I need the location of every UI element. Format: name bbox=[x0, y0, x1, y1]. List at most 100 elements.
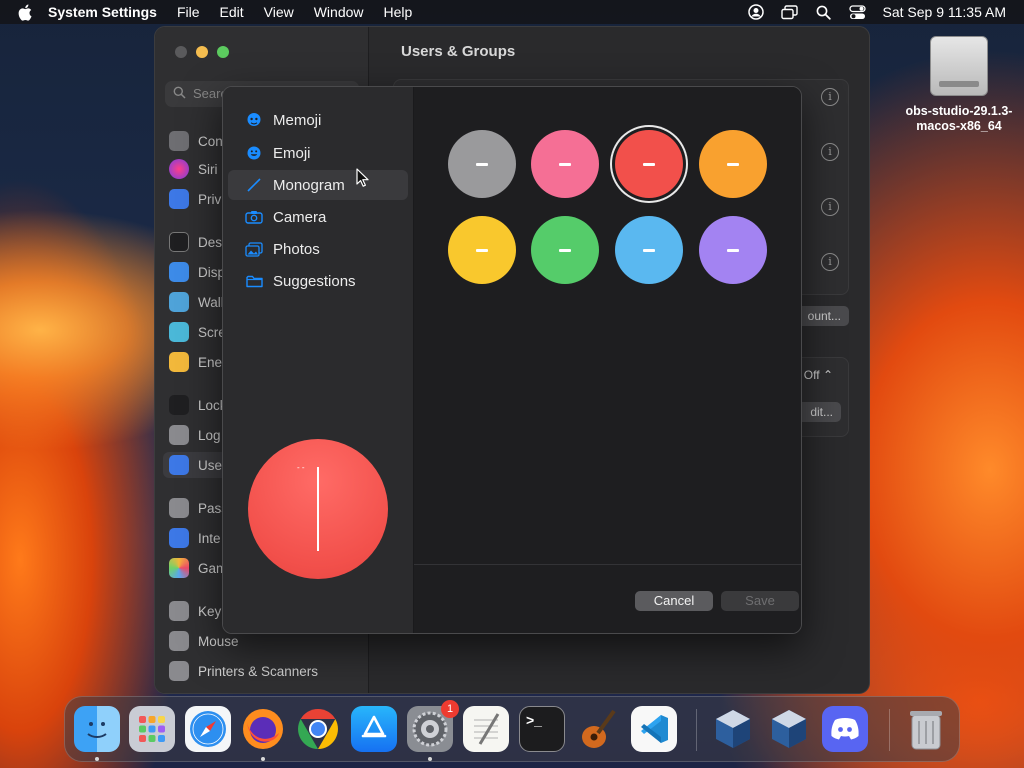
sidebar-item-keyboard[interactable]: Keyb bbox=[169, 601, 229, 621]
info-icon[interactable]: i bbox=[821, 253, 839, 271]
dock-safari[interactable] bbox=[185, 706, 231, 752]
control-center-settings-icon bbox=[169, 131, 189, 151]
apple-menu-icon[interactable] bbox=[18, 3, 36, 21]
users-groups-icon bbox=[169, 455, 189, 475]
dock-chrome[interactable] bbox=[295, 706, 341, 752]
picker-item-photos[interactable]: › Photos bbox=[228, 234, 408, 264]
menu-clock[interactable]: Sat Sep 9 11:35 AM bbox=[883, 4, 1007, 20]
sidebar-item-privacy[interactable]: Priv bbox=[169, 189, 221, 209]
dock-firefox[interactable] bbox=[240, 706, 286, 752]
picker-item-memoji[interactable]: Memoji bbox=[228, 105, 408, 135]
screen-mirroring-icon[interactable] bbox=[781, 3, 799, 21]
menu-window[interactable]: Window bbox=[314, 4, 364, 20]
sidebar-item-label: Mouse bbox=[198, 633, 239, 649]
menu-help[interactable]: Help bbox=[384, 4, 413, 20]
color-swatch-orange[interactable] bbox=[699, 130, 767, 198]
chevron-updown-icon: ⌃ bbox=[822, 368, 833, 382]
lock-icon bbox=[169, 395, 189, 415]
picture-picker-dialog: Memoji Emoji Monogram Camera › Photos bbox=[222, 86, 802, 634]
dash-placeholder bbox=[476, 248, 488, 252]
desktop-icon-label-line2: macos-x86_64 bbox=[916, 119, 1002, 133]
discord-icon bbox=[831, 718, 859, 740]
color-swatch-green[interactable] bbox=[531, 216, 599, 284]
save-button[interactable]: Save bbox=[721, 591, 799, 611]
dock-separator bbox=[889, 709, 890, 751]
dock-system-settings[interactable]: 1 bbox=[407, 700, 459, 752]
dock-launchpad[interactable] bbox=[129, 706, 175, 752]
mouse-icon bbox=[169, 631, 189, 651]
dock: 1 >_ bbox=[64, 696, 960, 762]
dock-textedit[interactable] bbox=[463, 706, 509, 752]
user-account-icon[interactable] bbox=[747, 3, 765, 21]
sidebar-item-internet-accounts[interactable]: Inte bbox=[169, 528, 221, 548]
minimize-window-button[interactable] bbox=[196, 46, 208, 58]
dash-placeholder bbox=[559, 248, 571, 252]
menu-file[interactable]: File bbox=[177, 4, 200, 20]
sidebar-item-lock-screen[interactable]: Lock bbox=[169, 395, 227, 415]
picker-item-monogram[interactable]: Monogram bbox=[228, 170, 408, 200]
dock-virtualbox[interactable] bbox=[710, 706, 756, 752]
sidebar-item-label: Siri bbox=[198, 161, 218, 177]
dock-discord[interactable] bbox=[822, 706, 868, 752]
sidebar-item-displays[interactable]: Disp bbox=[169, 262, 225, 282]
vscode-icon bbox=[641, 715, 668, 743]
sidebar-item-desktop-dock[interactable]: Des bbox=[169, 232, 222, 252]
color-swatch-red[interactable] bbox=[615, 130, 683, 198]
dock-terminal[interactable]: >_ bbox=[519, 706, 565, 752]
sidebar-item-energy[interactable]: Ene bbox=[169, 352, 222, 372]
printer-icon bbox=[169, 661, 189, 681]
sidebar-item-label: Use bbox=[198, 457, 223, 473]
picker-item-suggestions[interactable]: Suggestions bbox=[228, 266, 408, 296]
picker-item-label: Memoji bbox=[273, 111, 322, 129]
color-swatch-gray[interactable] bbox=[448, 130, 516, 198]
picker-item-emoji[interactable]: Emoji bbox=[228, 138, 408, 168]
picker-item-camera[interactable]: Camera bbox=[228, 202, 408, 232]
sidebar-item-passwords[interactable]: Pass bbox=[169, 498, 228, 518]
close-window-button[interactable] bbox=[175, 46, 187, 58]
sidebar-item-siri[interactable]: Siri bbox=[169, 159, 218, 179]
virtualbox-cube-icon bbox=[772, 710, 806, 748]
dock-app-store[interactable] bbox=[351, 706, 397, 752]
app-name[interactable]: System Settings bbox=[48, 4, 157, 20]
info-icon[interactable]: i bbox=[821, 88, 839, 106]
sidebar-item-mouse[interactable]: Mouse bbox=[169, 631, 239, 651]
game-center-icon bbox=[169, 558, 189, 578]
dock-finder[interactable] bbox=[74, 706, 120, 752]
sidebar-item-screen-saver[interactable]: Scre bbox=[169, 322, 226, 342]
control-center-icon[interactable] bbox=[849, 3, 867, 21]
color-swatch-yellow[interactable] bbox=[448, 216, 516, 284]
desktop-dock-icon bbox=[169, 232, 189, 252]
dock-separator bbox=[696, 709, 697, 751]
emoji-icon bbox=[245, 144, 263, 162]
info-icon[interactable]: i bbox=[821, 198, 839, 216]
zoom-window-button[interactable] bbox=[217, 46, 229, 58]
dock-virtualbox-vm[interactable] bbox=[766, 706, 812, 752]
sidebar-item-printers-scanners[interactable]: Printers & Scanners bbox=[169, 661, 318, 681]
dock-garageband[interactable] bbox=[575, 706, 621, 752]
running-indicator bbox=[95, 757, 99, 761]
screen-saver-icon bbox=[169, 322, 189, 342]
menu-edit[interactable]: Edit bbox=[220, 4, 244, 20]
memoji-icon bbox=[245, 111, 263, 129]
sidebar-item-game-center[interactable]: Gam bbox=[169, 558, 227, 578]
color-swatch-pink[interactable] bbox=[531, 130, 599, 198]
sidebar-item-control-center[interactable]: Con bbox=[169, 131, 223, 151]
sidebar-item-wallpaper[interactable]: Wall bbox=[169, 292, 224, 312]
login-password-icon bbox=[169, 425, 189, 445]
chrome-icon bbox=[298, 709, 338, 749]
sidebar-item-login-password[interactable]: Log bbox=[169, 425, 221, 445]
info-icon[interactable]: i bbox=[821, 143, 839, 161]
desktop-disk-image[interactable]: obs-studio-29.1.3- macos-x86_64 bbox=[900, 36, 1018, 134]
spotlight-search-icon[interactable] bbox=[815, 3, 833, 21]
cancel-button[interactable]: Cancel bbox=[635, 591, 713, 611]
color-swatch-blue[interactable] bbox=[615, 216, 683, 284]
dock-trash[interactable] bbox=[903, 706, 949, 752]
monogram-preview[interactable]: - - bbox=[248, 439, 388, 579]
dock-vscode[interactable] bbox=[631, 706, 677, 752]
running-indicator bbox=[428, 757, 432, 761]
menu-view[interactable]: View bbox=[264, 4, 294, 20]
color-swatch-purple[interactable] bbox=[699, 216, 767, 284]
picker-item-label: Suggestions bbox=[273, 272, 356, 290]
sidebar-item-label: Inte bbox=[198, 530, 221, 546]
preview-placeholder-dots: - - bbox=[297, 463, 305, 472]
